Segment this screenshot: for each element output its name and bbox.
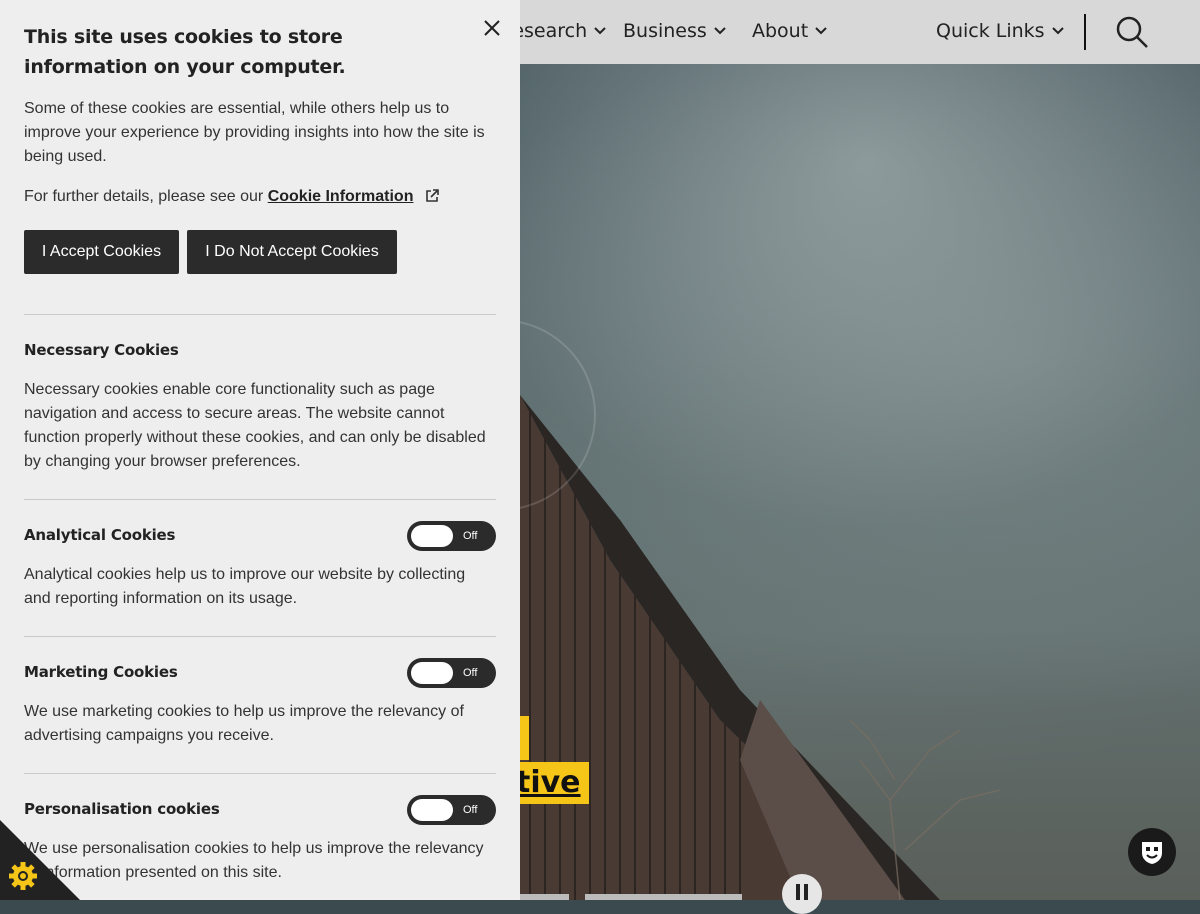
analytical-cookies-text: Analytical cookies help us to improve ou… [24, 566, 466, 607]
cookie-consent-panel: This site uses cookies to store informat… [0, 0, 520, 900]
toggle-knob [411, 662, 453, 684]
divider [24, 499, 496, 500]
analytical-cookies-title: Analytical Cookies [24, 526, 176, 544]
cookie-settings-button[interactable] [0, 820, 80, 900]
close-icon[interactable] [480, 16, 504, 40]
gear-icon [9, 862, 37, 890]
toggle-knob [411, 525, 453, 547]
accept-cookies-button[interactable]: I Accept Cookies [24, 230, 179, 274]
personalisation-cookies-toggle[interactable]: Off [407, 795, 496, 825]
divider [24, 314, 496, 315]
slide-tab[interactable] [585, 894, 742, 900]
marketing-cookies-title: Marketing Cookies [24, 663, 178, 681]
nav-item-about[interactable]: About [752, 20, 828, 42]
chevron-down-icon [594, 27, 606, 35]
cookie-details-text: For further details, please see our Cook… [24, 185, 496, 209]
mask-icon [1142, 842, 1162, 864]
necessary-cookies-title: Necessary Cookies [24, 341, 179, 359]
quick-links-label: Quick Links [936, 20, 1045, 42]
quick-links-menu[interactable]: Quick Links [936, 20, 1065, 42]
reject-cookies-button[interactable]: I Do Not Accept Cookies [187, 230, 397, 274]
hero-headline-text: tive [516, 765, 581, 800]
details-prefix: For further details, please see our [24, 188, 264, 205]
nav-divider [1084, 14, 1086, 50]
necessary-cookies-text: Necessary cookies enable core functional… [24, 381, 486, 470]
analytical-cookies-toggle[interactable]: Off [407, 521, 496, 551]
personalisation-cookies-title: Personalisation cookies [24, 800, 220, 818]
pause-button[interactable] [782, 874, 822, 914]
toggle-knob [411, 799, 453, 821]
nav-item-label: Business [623, 20, 707, 42]
marketing-cookies-toggle[interactable]: Off [407, 658, 496, 688]
divider [24, 773, 496, 774]
nav-item-label: About [752, 20, 809, 42]
toggle-state-label: Off [463, 804, 478, 816]
search-icon[interactable] [1114, 14, 1150, 50]
divider [24, 636, 496, 637]
chevron-down-icon [1051, 27, 1064, 35]
cookie-banner-title: This site uses cookies to store informat… [24, 26, 346, 78]
cookie-information-link[interactable]: Cookie Information [268, 188, 414, 205]
toggle-state-label: Off [463, 667, 478, 679]
personalisation-cookies-text: We use personalisation cookies to help u… [24, 840, 484, 881]
nav-item-business[interactable]: Business [623, 20, 727, 42]
toggle-state-label: Off [463, 530, 478, 542]
chevron-down-icon [714, 27, 726, 35]
accessibility-button[interactable] [1128, 828, 1176, 876]
cookie-intro-text: Some of these cookies are essential, whi… [24, 100, 485, 165]
marketing-cookies-text: We use marketing cookies to help us impr… [24, 703, 464, 744]
external-link-icon [426, 189, 439, 202]
chevron-down-icon [815, 27, 827, 35]
pause-icon [796, 884, 800, 900]
